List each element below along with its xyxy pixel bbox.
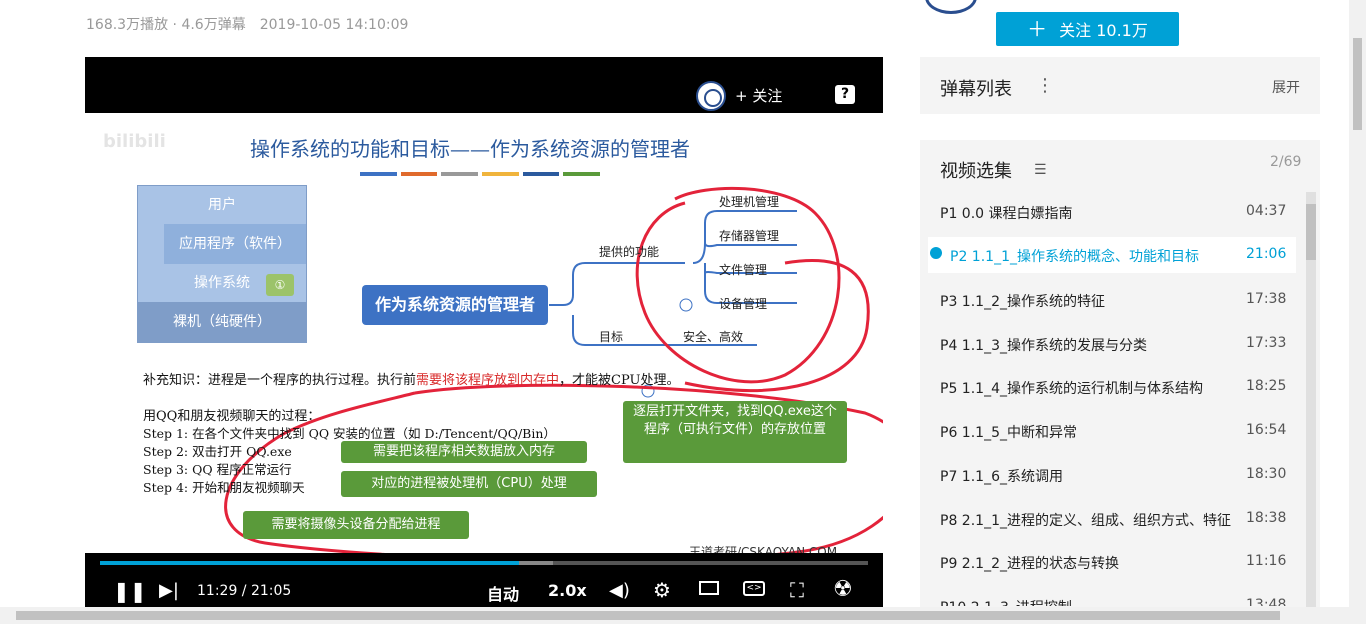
progress-played: [100, 561, 520, 565]
process-title: 用QQ和朋友视频聊天的过程：: [143, 409, 321, 424]
plus-icon: ＋: [1027, 17, 1048, 41]
step-line: Step 4: 开始和朋友视频聊天: [143, 480, 305, 495]
episode-item-active[interactable]: P2 1.1_1_操作系统的概念、功能和目标 21:06: [928, 237, 1296, 273]
player-topbar: + 关注 ?: [85, 57, 883, 113]
page-horizontal-scrollbar[interactable]: [0, 607, 1366, 624]
next-icon[interactable]: ▶|: [159, 580, 179, 601]
step-line: Step 1: 在各个文件夹中找到 QQ 安装的位置（如 D:/Tencent/…: [143, 426, 556, 441]
player-follow-button[interactable]: + 关注: [735, 85, 782, 106]
step-line: Step 2: 双击打开 QQ.exe: [143, 444, 292, 459]
episode-item[interactable]: P3 1.1_2_操作系统的特征 17:38: [928, 282, 1296, 318]
danmaku-toggle-icon[interactable]: ☢: [833, 577, 853, 602]
widescreen-icon[interactable]: <>: [743, 581, 765, 596]
page-vertical-thumb[interactable]: [1353, 38, 1362, 130]
video-frame: bilibili 操作系统的功能和目标——作为系统资源的管理者 用户 应用程序（…: [85, 113, 883, 559]
player-controls: ❚❚ ▶| 11:29 / 21:05 自动 2.0x ◀) ⚙ <> ⛶ ☢: [85, 553, 883, 607]
list-icon[interactable]: ☰: [1034, 162, 1047, 178]
function-item: 设备管理: [719, 297, 768, 311]
note-cpu: 对应的进程被处理机（CPU）处理: [341, 471, 597, 497]
follow-button[interactable]: ＋关注 10.1万: [996, 12, 1179, 46]
note-file-location: 逐层打开文件夹，找到QQ.exe这个程序（可执行文件）的存放位置: [623, 401, 847, 463]
episode-panel: 视频选集 ☰ 2/69 P1 0.0 课程白嫖指南 04:37 P2 1.1_1_…: [920, 140, 1320, 624]
volume-icon[interactable]: ◀): [609, 580, 630, 601]
goal-value: 安全、高效: [683, 330, 744, 344]
playing-icon: [930, 247, 942, 259]
danmaku-list-title: 弹幕列表: [940, 79, 1012, 100]
video-player[interactable]: + 关注 ? bilibili 操作系统的功能和目标——作为系统资源的管理者 用…: [85, 57, 883, 607]
episode-item[interactable]: P4 1.1_3_操作系统的发展与分类 17:33: [928, 326, 1296, 362]
function-item: 文件管理: [719, 263, 768, 277]
note-load-memory: 需要把该程序相关数据放入内存: [341, 441, 587, 463]
help-icon[interactable]: ?: [835, 85, 855, 104]
function-item: 存储器管理: [719, 229, 780, 243]
episode-item[interactable]: P10 2.1_3_进程控制13:48: [928, 588, 1296, 606]
uploader-avatar[interactable]: [925, 0, 977, 14]
page-vertical-scrollbar[interactable]: [1349, 0, 1366, 607]
episode-scrollbar[interactable]: [1306, 192, 1316, 612]
progress-bar[interactable]: [100, 561, 868, 565]
settings-icon[interactable]: ⚙: [653, 578, 671, 602]
branch-goal: 目标: [599, 330, 624, 344]
episode-item[interactable]: P8 2.1_1_进程的定义、组成、组织方式、特征 18:38: [928, 501, 1296, 537]
branch-functions: 提供的功能: [599, 245, 660, 259]
supplement-text: 补充知识：进程是一个程序的执行过程。执行前需要将该程序放到内存中，才能被CPU处…: [143, 373, 680, 388]
episode-item[interactable]: P1 0.0 课程白嫖指南 04:37: [928, 194, 1296, 230]
pause-icon[interactable]: ❚❚: [113, 579, 147, 603]
total-time: 21:05: [250, 583, 292, 599]
episode-item[interactable]: P5 1.1_4_操作系统的运行机制与体系结构 18:25: [928, 369, 1296, 405]
quality-button[interactable]: 自动: [487, 581, 519, 605]
episode-count: 2/69: [1270, 154, 1302, 170]
danmaku-count: 4.6万弹幕: [181, 17, 246, 33]
danmaku-list-panel: 弹幕列表 ⋮ 展开: [920, 57, 1320, 114]
time-display: 11:29 / 21:05: [197, 583, 292, 599]
episode-item[interactable]: P7 1.1_6_系统调用 18:30: [928, 457, 1296, 493]
danmaku-expand-button[interactable]: 展开: [1272, 77, 1300, 97]
uploader-logo-icon: [696, 81, 726, 111]
note-camera: 需要将摄像头设备分配给进程: [243, 511, 469, 539]
publish-date: 2019-10-05 14:10:09: [259, 17, 409, 33]
episode-item[interactable]: P6 1.1_5_中断和异常 16:54: [928, 413, 1296, 449]
episode-item[interactable]: P9 2.1_2_进程的状态与转换 11:16: [928, 544, 1296, 580]
play-count: 168.3万播放: [86, 17, 169, 33]
step-line: Step 3: QQ 程序正常运行: [143, 462, 292, 477]
more-icon[interactable]: ⋮: [1036, 75, 1054, 96]
page-horizontal-thumb[interactable]: [16, 611, 1280, 620]
video-meta: 168.3万播放 · 4.6万弹幕 2019-10-05 14:10:09: [86, 17, 409, 33]
episode-panel-title: 视频选集: [940, 161, 1012, 182]
function-item: 处理机管理: [719, 195, 780, 209]
pip-icon[interactable]: [699, 581, 719, 595]
episode-scroll-thumb[interactable]: [1306, 204, 1316, 260]
current-time: 11:29: [197, 583, 238, 599]
fullscreen-icon[interactable]: ⛶: [790, 578, 804, 602]
speed-button[interactable]: 2.0x: [548, 581, 587, 600]
